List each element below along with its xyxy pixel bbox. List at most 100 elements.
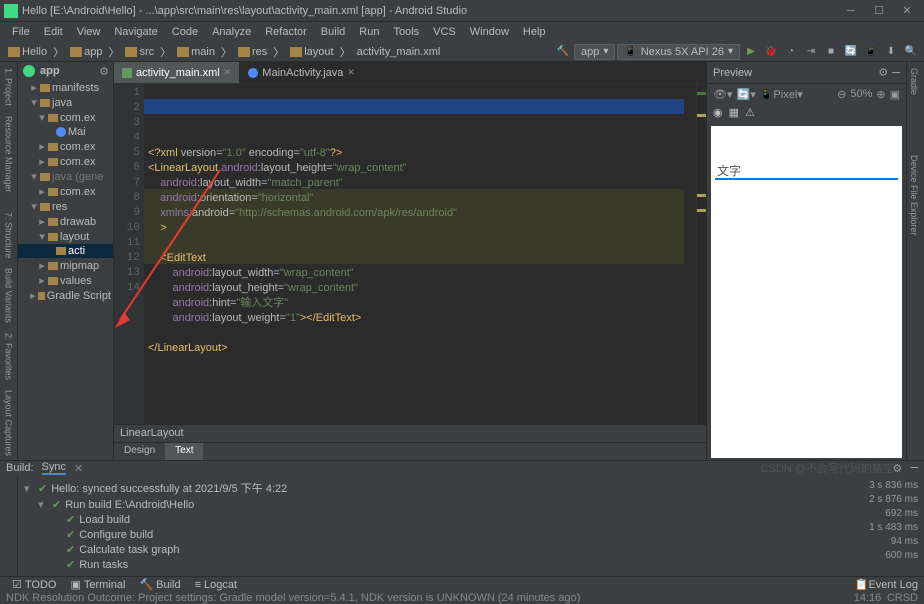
code-area[interactable]: 1234567891011121314 <?xml version="1.0" …: [114, 84, 706, 424]
minimize-button[interactable]: ─: [838, 2, 864, 20]
menu-run[interactable]: Run: [353, 24, 385, 40]
folder-icon: [125, 47, 137, 57]
search-icon[interactable]: 🔍: [902, 43, 920, 61]
tree-node[interactable]: acti: [18, 244, 113, 258]
menu-build[interactable]: Build: [315, 24, 351, 40]
error-stripe[interactable]: [696, 84, 706, 424]
build-row[interactable]: ▾✔Hello: synced successfully at 2021/9/5…: [24, 479, 918, 497]
menu-file[interactable]: File: [6, 24, 36, 40]
make-button[interactable]: 🔨: [554, 43, 572, 61]
text-tab[interactable]: Text: [165, 443, 203, 460]
sync-button[interactable]: 🔄: [842, 43, 860, 61]
tab-device-file-explorer[interactable]: Device File Explorer: [909, 155, 919, 236]
tree-node[interactable]: ▸com.ex: [18, 184, 113, 199]
crumb-app[interactable]: app: [66, 45, 106, 59]
tab-mainactivity[interactable]: MainActivity.java✕: [240, 62, 364, 83]
menu-view[interactable]: View: [71, 24, 107, 40]
tree-node[interactable]: ▾com.ex: [18, 110, 113, 125]
tab-project[interactable]: 1: Project: [4, 68, 14, 106]
tool-window-bar: ☑TODO ▣Terminal 🔨Build ≡Logcat 📋Event Lo…: [0, 576, 924, 592]
crumb-file[interactable]: activity_main.xml: [353, 45, 445, 59]
debug-button[interactable]: 🐞: [762, 43, 780, 61]
tab-terminal[interactable]: ▣Terminal: [64, 577, 131, 592]
tab-logcat[interactable]: ≡Logcat: [189, 577, 243, 592]
close-icon[interactable]: ✕: [224, 67, 232, 78]
eye-icon[interactable]: 👁▾: [713, 88, 733, 101]
menu-code[interactable]: Code: [166, 24, 204, 40]
menu-edit[interactable]: Edit: [38, 24, 69, 40]
tree-node[interactable]: ▾java (gene: [18, 169, 113, 184]
tree-node[interactable]: ▸manifests: [18, 80, 113, 95]
profile-button[interactable]: ◔: [782, 43, 800, 61]
sdk-button[interactable]: ⬇: [882, 43, 900, 61]
gear-icon[interactable]: ⚙: [99, 65, 109, 78]
crumb-src[interactable]: src: [121, 45, 158, 59]
tab-favorites[interactable]: 2: Favorites: [4, 333, 14, 380]
close-icon[interactable]: ✕: [74, 462, 83, 475]
warnings-icon[interactable]: ⚠: [745, 106, 755, 119]
project-root[interactable]: app: [40, 65, 60, 77]
tree-node[interactable]: ▸mipmap: [18, 258, 113, 273]
zoom-in-icon[interactable]: ⊕: [876, 88, 885, 101]
build-output[interactable]: ▾✔Hello: synced successfully at 2021/9/5…: [18, 475, 924, 576]
element-breadcrumb[interactable]: LinearLayout: [114, 424, 706, 442]
close-button[interactable]: ✕: [894, 2, 920, 20]
fit-icon[interactable]: ▣: [890, 88, 900, 101]
device-picker[interactable]: 📱Pixel▾: [760, 88, 803, 101]
tree-node[interactable]: Mai: [18, 125, 113, 139]
tree-node[interactable]: ▾java: [18, 95, 113, 110]
device-dropdown[interactable]: 📱Nexus 5X API 26▾: [617, 44, 740, 60]
crumb-hello[interactable]: Hello: [4, 45, 51, 59]
build-row[interactable]: ✔Calculate task graph: [24, 542, 918, 557]
tree-node[interactable]: ▸Gradle Script: [18, 288, 113, 303]
orientation-icon[interactable]: 🔄▾: [737, 88, 756, 101]
build-row[interactable]: ✔Run tasks: [24, 557, 918, 572]
tree-node[interactable]: ▾layout: [18, 229, 113, 244]
stop-button[interactable]: ■: [822, 43, 840, 61]
avd-button[interactable]: 📱: [862, 43, 880, 61]
build-row[interactable]: ▾✔Run build E:\Android\Hello: [24, 497, 918, 512]
menu-navigate[interactable]: Navigate: [108, 24, 163, 40]
tree-node[interactable]: ▾res: [18, 199, 113, 214]
tab-build-variants[interactable]: Build Variants: [4, 268, 14, 323]
run-config-dropdown[interactable]: app▾: [574, 44, 615, 60]
tab-gradle[interactable]: Gradle: [909, 68, 919, 95]
hide-icon[interactable]: ─: [910, 462, 918, 474]
gear-icon[interactable]: ⚙: [878, 66, 888, 79]
tab-layout-captures[interactable]: Layout Captures: [4, 390, 14, 456]
tab-structure[interactable]: 7: Structure: [4, 212, 14, 259]
menu-vcs[interactable]: VCS: [427, 24, 462, 40]
event-log[interactable]: 📋Event Log: [855, 578, 918, 591]
crumb-main[interactable]: main: [173, 45, 219, 59]
design-tab[interactable]: Design: [114, 443, 165, 460]
layers-icon[interactable]: ◉: [713, 106, 723, 119]
menu-window[interactable]: Window: [464, 24, 515, 40]
preview-canvas[interactable]: 文字: [711, 126, 902, 458]
menu-tools[interactable]: Tools: [387, 24, 425, 40]
crumb-res[interactable]: res: [234, 45, 271, 59]
tab-resource-manager[interactable]: Resource Manager: [4, 116, 14, 193]
zoom-out-icon[interactable]: ⊖: [837, 88, 846, 101]
build-row[interactable]: ✔Load build: [24, 512, 918, 527]
tree-node[interactable]: ▸com.ex: [18, 139, 113, 154]
tree-node[interactable]: ▸com.ex: [18, 154, 113, 169]
menu-analyze[interactable]: Analyze: [206, 24, 257, 40]
run-button[interactable]: ▶: [742, 43, 760, 61]
blueprint-icon[interactable]: ▦: [729, 106, 739, 119]
hide-icon[interactable]: ─: [892, 67, 900, 79]
menu-help[interactable]: Help: [517, 24, 552, 40]
maximize-button[interactable]: ☐: [866, 2, 892, 20]
build-row[interactable]: ✔Configure build: [24, 527, 918, 542]
attach-button[interactable]: ⇥: [802, 43, 820, 61]
menu-refactor[interactable]: Refactor: [259, 24, 313, 40]
tab-activity-main[interactable]: activity_main.xml✕: [114, 62, 240, 83]
tab-todo[interactable]: ☑TODO: [6, 577, 62, 592]
tree-node[interactable]: ▸values: [18, 273, 113, 288]
tree-node[interactable]: ▸drawab: [18, 214, 113, 229]
tab-build[interactable]: 🔨Build: [133, 577, 186, 592]
code-editor[interactable]: <?xml version="1.0" encoding="utf-8"?><L…: [144, 84, 696, 424]
build-label: Build:: [6, 462, 34, 474]
sync-tab[interactable]: Sync: [42, 461, 66, 475]
close-icon[interactable]: ✕: [347, 67, 355, 78]
crumb-layout[interactable]: layout: [286, 45, 337, 59]
